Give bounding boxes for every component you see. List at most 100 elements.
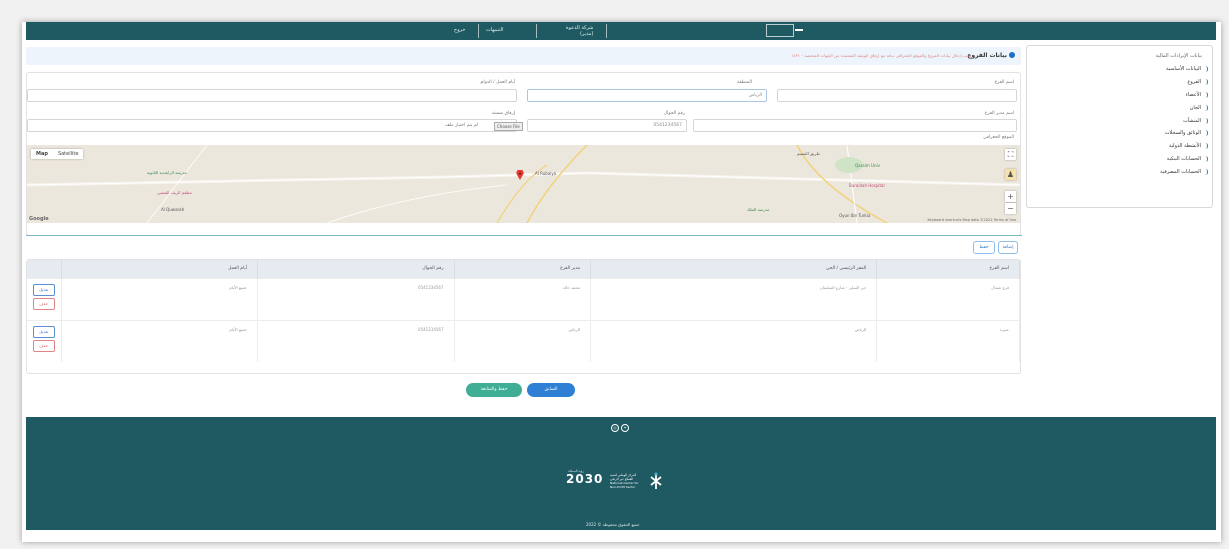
mobile-input[interactable]: 0541234567 bbox=[527, 119, 687, 132]
footer: ◎ ✦ رؤية المملكة 2030 المركز الوطني لتنم… bbox=[26, 417, 1216, 530]
bullet-icon bbox=[1203, 66, 1208, 73]
map-place-label: مدرسة الملك bbox=[747, 207, 770, 212]
copyright: 2022 © جميع الحقوق محفوظة bbox=[586, 522, 640, 527]
map-place-label: Al Rubaiya bbox=[535, 171, 557, 176]
alerts-link[interactable]: التنبيهات bbox=[486, 27, 503, 33]
map-tab[interactable]: Map bbox=[31, 149, 53, 159]
save-branch-button[interactable]: حفظ bbox=[973, 241, 995, 254]
table-row: عنيزة الرياض الرياض 0541234567 جميع الأي… bbox=[27, 319, 1020, 362]
sidebar-item[interactable]: الجان bbox=[1038, 101, 1208, 114]
header-divider bbox=[606, 24, 607, 38]
branch-name-label: اسم الفرع bbox=[994, 80, 1014, 85]
sidebar: بيانات الإيرادات المالية البيانات الأساس… bbox=[1026, 45, 1213, 208]
user-role: (مدير) bbox=[579, 31, 594, 37]
sidebar-item-label: الأنشطة الدولية bbox=[1168, 143, 1201, 150]
twitter-icon[interactable]: ✦ bbox=[621, 424, 629, 432]
top-header: شركة الدعوة (مدير) التنبيهات خروج bbox=[26, 22, 1216, 40]
cell-actions: تعديل حذف bbox=[27, 277, 62, 320]
previous-button[interactable]: السابق bbox=[527, 383, 575, 397]
notice-bar: بيانات الفروع يجب إدخال بيانات الفروع وا… bbox=[26, 47, 1021, 65]
street-view-pegman-icon[interactable]: ♟ bbox=[1005, 169, 1016, 180]
cell-branch-name: عنيزة bbox=[876, 319, 1020, 362]
zoom-in-button[interactable]: + bbox=[1005, 191, 1016, 202]
bullet-icon bbox=[1203, 91, 1208, 98]
notice-message: يجب إدخال بيانات الفروع والموقع الجغرافي… bbox=[791, 53, 971, 58]
mobile-label: رقم الجوال bbox=[663, 111, 685, 116]
page: شركة الدعوة (مدير) التنبيهات خروج بيانات… bbox=[22, 22, 1221, 542]
column-header: المقر الرئيسي / الحي bbox=[590, 260, 878, 278]
cell-mobile: 0541234567 bbox=[257, 277, 455, 320]
column-header: رقم الجوال bbox=[257, 260, 455, 278]
bullet-icon bbox=[1203, 79, 1208, 86]
cell-address: حي السلي - شارع السليمان bbox=[590, 277, 878, 320]
ministry-logo bbox=[766, 24, 803, 37]
bullet-icon bbox=[1203, 104, 1208, 111]
attachment-label: إرفاق مستند bbox=[491, 111, 515, 116]
sidebar-item[interactable]: الوثائق والسجلات bbox=[1038, 127, 1208, 140]
cell-days: جميع الأيام bbox=[61, 319, 258, 362]
choose-file-button[interactable]: Choose File bbox=[494, 122, 523, 131]
footer-logos: رؤية المملكة 2030 المركز الوطني لتنمية ا… bbox=[566, 469, 666, 495]
section-title: بيانات الفروع bbox=[967, 52, 1015, 59]
branch-manager-label: اسم مدير الفرع bbox=[984, 111, 1014, 116]
column-header bbox=[27, 260, 62, 278]
column-header: اسم الفرع bbox=[876, 260, 1020, 278]
google-logo: Google bbox=[29, 216, 49, 222]
bullet-icon bbox=[1203, 130, 1208, 137]
sidebar-item[interactable]: الفروع bbox=[1038, 76, 1208, 89]
sidebar-item-label: الأعضاء bbox=[1185, 91, 1201, 98]
fullscreen-icon[interactable]: ⛶ bbox=[1005, 149, 1016, 160]
header-divider-2 bbox=[536, 24, 537, 38]
sidebar-item-label: البيانات الأساسية bbox=[1166, 66, 1201, 73]
sidebar-item[interactable]: المنشآت bbox=[1038, 114, 1208, 127]
sidebar-title: بيانات الإيرادات المالية bbox=[1155, 53, 1202, 59]
bullet-icon bbox=[1203, 168, 1208, 175]
map-type-toggle: Map Satellite bbox=[31, 149, 84, 159]
sidebar-item-label: الحسابات البنكية bbox=[1166, 155, 1201, 162]
instagram-icon[interactable]: ◎ bbox=[611, 424, 619, 432]
work-days-input[interactable] bbox=[27, 89, 517, 102]
sidebar-item[interactable]: الحسابات المصرفية bbox=[1038, 165, 1208, 178]
ncnp-logo-text: المركز الوطني لتنمية القطاع غير الربحي N… bbox=[610, 473, 639, 489]
delete-button[interactable]: حذف bbox=[32, 297, 55, 310]
satellite-tab[interactable]: Satellite bbox=[53, 149, 83, 159]
sidebar-item[interactable]: البيانات الأساسية bbox=[1038, 63, 1208, 76]
vision-2030-logo: 2030 bbox=[566, 472, 604, 486]
sidebar-item-label: الجان bbox=[1189, 104, 1201, 111]
map-attribution[interactable]: Keyboard shortcuts Map data ©2022 Terms … bbox=[928, 218, 1016, 222]
sidebar-item-label: الفروع bbox=[1187, 79, 1201, 86]
branch-manager-input[interactable] bbox=[693, 119, 1017, 132]
work-days-label: أيام العمل / الدوام bbox=[480, 80, 515, 85]
delete-button[interactable]: حذف bbox=[32, 339, 55, 352]
cell-manager: الرياض bbox=[454, 319, 592, 362]
cell-address: الرياض bbox=[590, 319, 878, 362]
save-continue-button[interactable]: حفظ والمتابعة bbox=[466, 383, 522, 397]
sidebar-item-label: الوثائق والسجلات bbox=[1164, 130, 1201, 137]
cell-days: جميع الأيام bbox=[61, 277, 258, 320]
branch-name-input[interactable] bbox=[777, 89, 1017, 102]
sidebar-item[interactable]: الحسابات البنكية bbox=[1038, 153, 1208, 166]
location-map[interactable]: Map Satellite ⛶ ♟ + − مدرسة الراشدية الث… bbox=[27, 145, 1020, 223]
edit-button[interactable]: تعديل bbox=[32, 283, 55, 296]
sidebar-item[interactable]: الأعضاء bbox=[1038, 89, 1208, 102]
column-header: مدير الفرع bbox=[454, 260, 592, 278]
map-place-label: طريق القصيم bbox=[797, 151, 820, 156]
location-pin-icon[interactable] bbox=[516, 169, 524, 180]
add-branch-button[interactable]: إضافة bbox=[998, 241, 1018, 254]
logout-link[interactable]: خروج bbox=[454, 27, 466, 33]
map-place-label: مطعم الريف الشعبي bbox=[157, 190, 192, 195]
bullet-icon bbox=[1203, 117, 1208, 124]
sidebar-item[interactable]: الأنشطة الدولية bbox=[1038, 140, 1208, 153]
zoom-out-button[interactable]: − bbox=[1005, 203, 1016, 214]
branches-table: اسم الفرع المقر الرئيسي / الحي مدير الفر… bbox=[26, 259, 1021, 374]
info-icon bbox=[1009, 52, 1015, 58]
table: اسم الفرع المقر الرئيسي / الحي مدير الفر… bbox=[27, 260, 1020, 362]
region-select[interactable]: الرياض bbox=[527, 89, 767, 102]
ncnp-line: Non-Profit Sector bbox=[610, 485, 636, 489]
cell-actions: تعديل حذف bbox=[27, 319, 62, 362]
branch-form: اسم الفرع المنطقة الرياض أيام العمل / ال… bbox=[26, 72, 1021, 236]
user-info[interactable]: شركة الدعوة (مدير) bbox=[566, 25, 593, 37]
edit-button[interactable]: تعديل bbox=[32, 325, 55, 338]
table-header-row: اسم الفرع المقر الرئيسي / الحي مدير الفر… bbox=[27, 260, 1020, 278]
attachment-field[interactable] bbox=[27, 119, 517, 132]
